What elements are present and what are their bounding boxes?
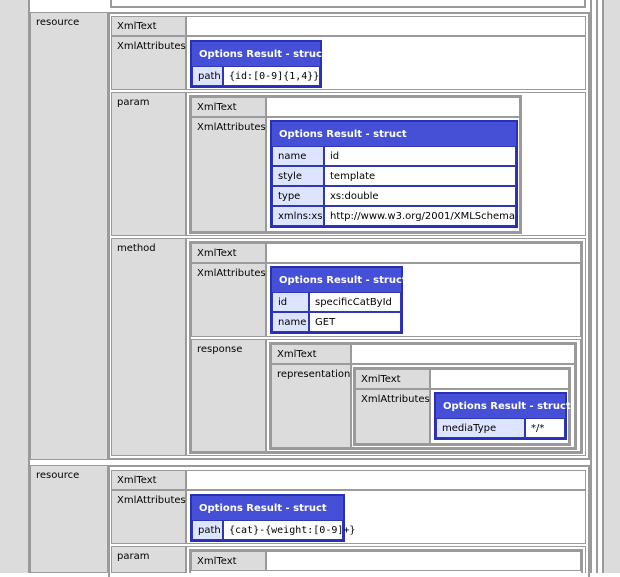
param-xmltext-value-cell xyxy=(266,551,581,571)
struct-value-path: {id:[0-9]{1,4}} xyxy=(229,71,320,82)
struct-key-cell: id xyxy=(272,292,309,312)
resource-label-cell: resource xyxy=(30,465,108,573)
representation-xmltext-label-cell: XmlText xyxy=(355,369,430,389)
method-xmlattributes-label-cell: XmlAttributes xyxy=(191,263,266,337)
struct-value-cell: GET xyxy=(309,312,401,332)
struct-value-cell: xs:double xyxy=(324,186,516,206)
xmltext-label-cell: XmlText xyxy=(111,16,186,36)
top-remnant xyxy=(110,0,586,8)
param-label: param xyxy=(117,97,150,108)
xmltext-label-cell: XmlText xyxy=(111,470,186,490)
param-xmlattributes-label-cell: XmlAttributes xyxy=(191,117,266,232)
response-label-cell: response xyxy=(191,339,266,452)
param-label-cell: param xyxy=(111,546,186,573)
struct-value-cell: {id:[0-9]{1,4}} xyxy=(223,66,320,86)
struct-key-cell: path xyxy=(192,520,223,540)
struct-value-cell: specificCatById xyxy=(309,292,401,312)
struct-key-cell: mediaType xyxy=(436,418,525,438)
resource-label: resource xyxy=(36,470,80,481)
xmltext-label: XmlText xyxy=(117,21,157,32)
struct-header: Options Result - struct xyxy=(272,122,516,146)
response-xmltext-value-cell xyxy=(351,344,575,364)
struct-value-cell: template xyxy=(324,166,516,186)
param-xmltext-label-cell: XmlText xyxy=(191,551,266,571)
struct-key-cell: path xyxy=(192,66,223,86)
outer-right-gutter xyxy=(604,0,620,573)
param-label-cell: param xyxy=(111,92,186,236)
method-xmltext-value-cell xyxy=(266,243,581,263)
struct-header: Options Result - struct xyxy=(192,42,327,66)
outer-right-border-1 xyxy=(590,0,592,573)
struct-key-path: path xyxy=(198,71,221,82)
xmlattributes-label-cell: XmlAttributes xyxy=(111,490,186,544)
resource-label-cell: resource xyxy=(30,12,108,460)
struct-key-cell: name xyxy=(272,312,309,332)
struct-value-cell: http://www.w3.org/2001/XMLSchema xyxy=(324,206,516,226)
representation-label-cell: representation xyxy=(271,364,351,448)
representation-xmltext-value-cell xyxy=(430,369,569,389)
struct-value-path: {cat}-{weight:[0-9]+} xyxy=(229,525,356,536)
struct-value-cell: {cat}-{weight:[0-9]+} xyxy=(223,520,355,540)
method-label: method xyxy=(117,243,156,254)
outer-right-border-2 xyxy=(596,0,598,573)
xmltext-value-cell xyxy=(186,16,586,36)
struct-value-cell: */* xyxy=(525,418,565,438)
outer-left-gutter xyxy=(0,0,28,573)
response-xmltext-label-cell: XmlText xyxy=(271,344,351,364)
struct-key-cell: xmlns:xs xyxy=(272,206,324,226)
method-xmltext-label-cell: XmlText xyxy=(191,243,266,263)
struct-header: Options Result - struct xyxy=(436,394,571,418)
method-label-cell: method xyxy=(111,238,186,456)
xmlattributes-label-cell: XmlAttributes xyxy=(111,36,186,90)
struct-header: Options Result - struct xyxy=(192,496,343,520)
xmlattributes-label: XmlAttributes xyxy=(117,41,186,52)
struct-key-cell: type xyxy=(272,186,324,206)
struct-value-cell: id xyxy=(324,146,516,166)
param-xmltext-value-cell xyxy=(266,97,520,117)
response-label: response xyxy=(197,344,243,355)
representation-label: representation xyxy=(277,369,351,380)
struct-key-cell: style xyxy=(272,166,324,186)
struct-header: Options Result - struct xyxy=(272,268,407,292)
param-label: param xyxy=(117,551,150,562)
representation-xmlattributes-label-cell: XmlAttributes xyxy=(355,389,430,444)
struct-key-cell: name xyxy=(272,146,324,166)
xmltext-value-cell xyxy=(186,470,586,490)
param-xmltext-label-cell: XmlText xyxy=(191,97,266,117)
resource-label: resource xyxy=(36,17,80,28)
